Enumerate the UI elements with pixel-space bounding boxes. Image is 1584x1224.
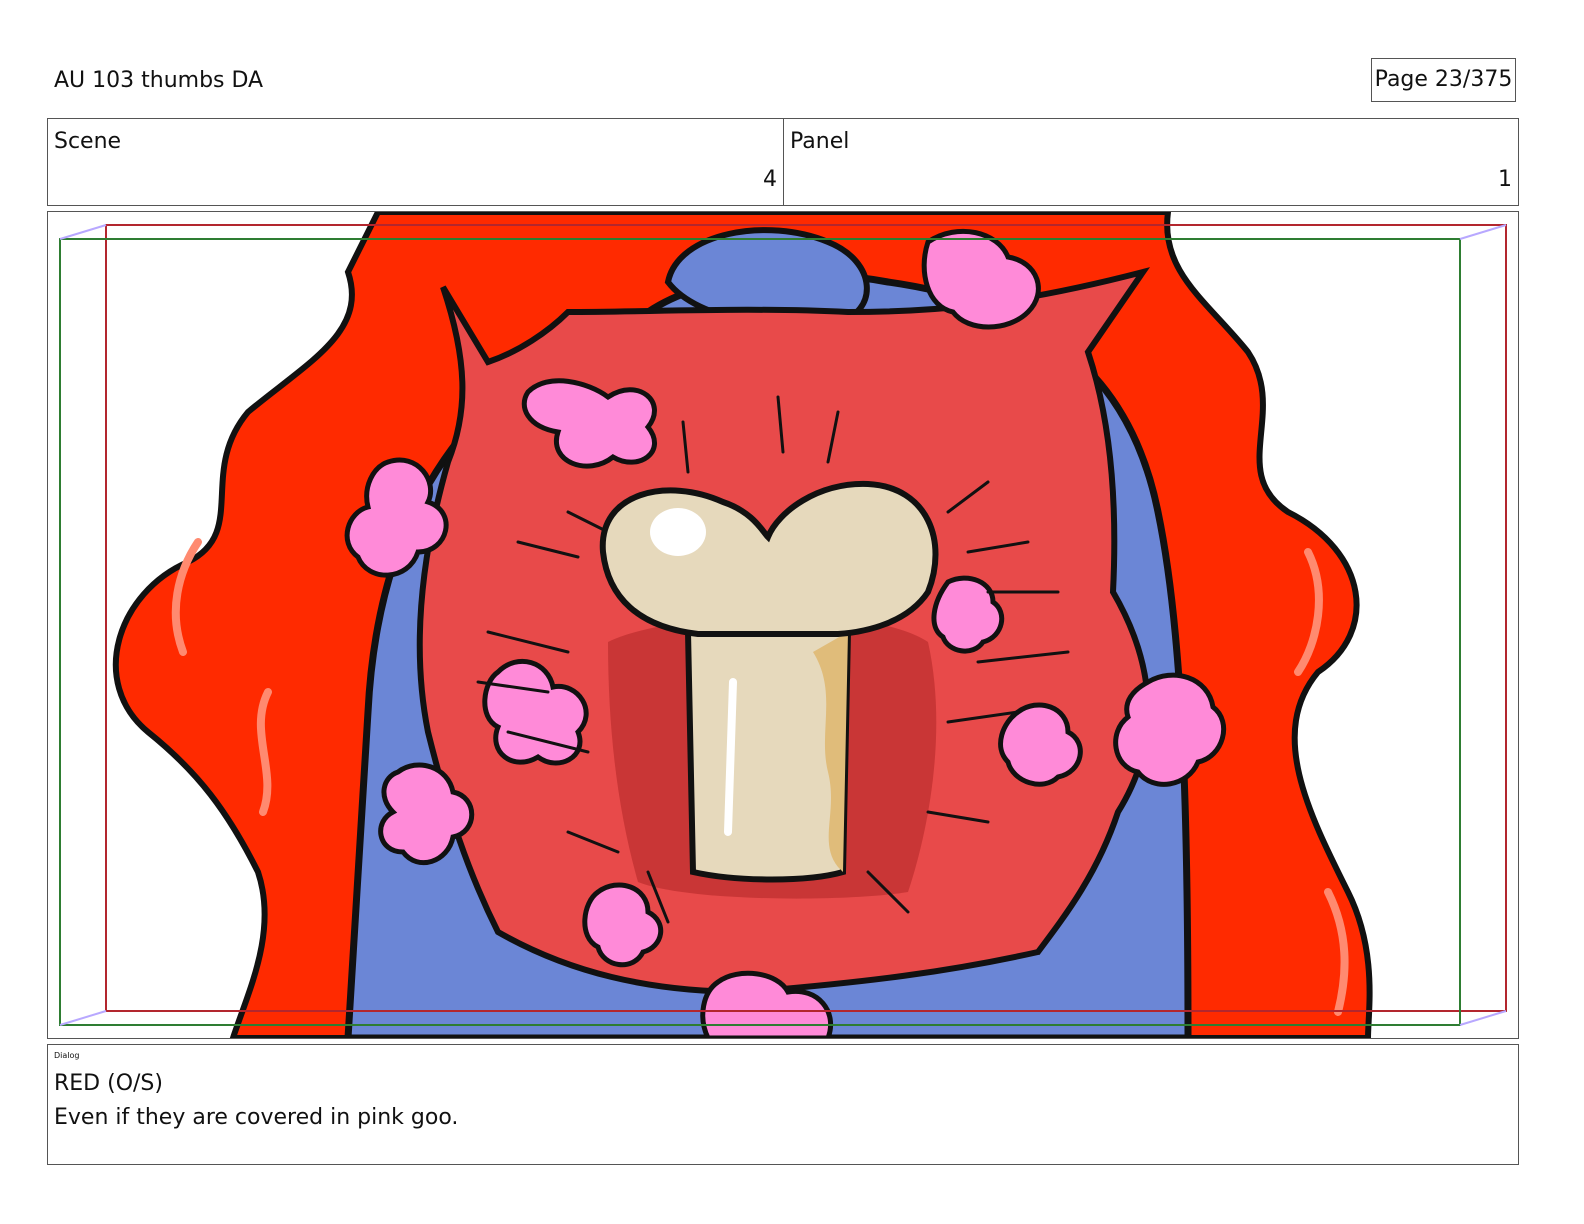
panel-cell: Panel 1: [784, 119, 1518, 205]
scene-panel-header: Scene 4 Panel 1: [47, 118, 1519, 206]
panel-number: 1: [1498, 167, 1512, 192]
camera-move-arrow: [59, 1010, 107, 1026]
bone-shine: [724, 678, 737, 836]
scene-cell: Scene 4: [48, 119, 784, 205]
page-indicator: Page 23/375: [1371, 58, 1516, 102]
dialog-character: RED (O/S): [54, 1071, 163, 1096]
storyboard-illustration: [59, 212, 1507, 1038]
dialog-line: Even if they are covered in pink goo.: [54, 1105, 459, 1130]
document-title: AU 103 thumbs DA: [54, 68, 264, 93]
panel-label: Panel: [790, 129, 850, 154]
dialog-box: Dialog RED (O/S) Even if they are covere…: [47, 1044, 1519, 1165]
dialog-label: Dialog: [54, 1051, 80, 1060]
storyboard-frame: [47, 211, 1519, 1039]
camera-move-arrow: [59, 224, 107, 240]
scene-number: 4: [763, 167, 777, 192]
scene-label: Scene: [54, 129, 122, 154]
bone-highlight: [650, 508, 706, 556]
camera-move-arrow: [1459, 1010, 1507, 1026]
camera-move-arrow: [1459, 224, 1507, 240]
pink-blob: [931, 575, 1005, 654]
